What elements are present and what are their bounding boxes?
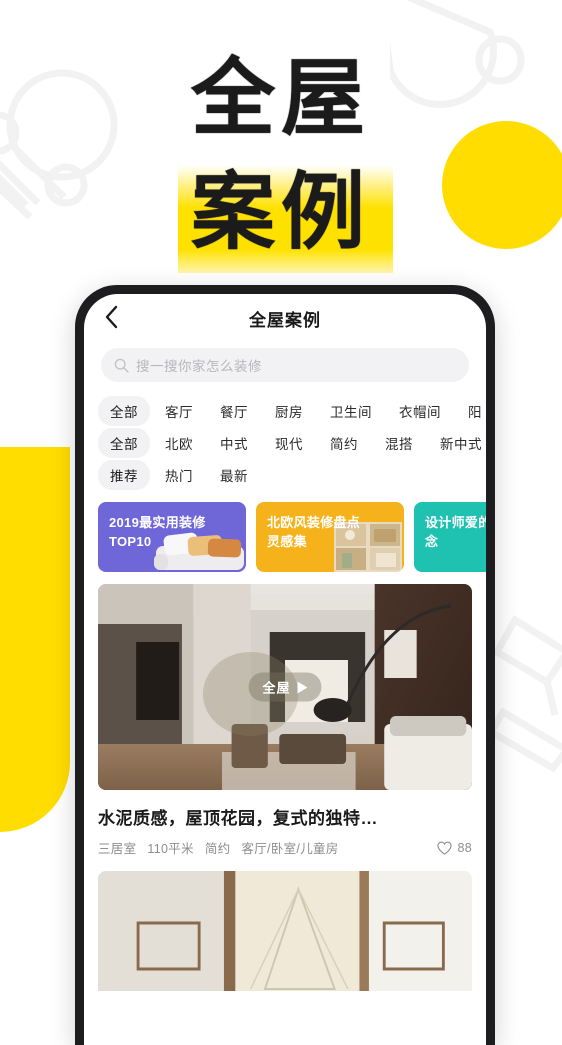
chip-style-4[interactable]: 简约	[318, 428, 370, 458]
chip-style-5[interactable]: 混搭	[373, 428, 425, 458]
like-count: 88	[457, 840, 472, 855]
chip-space-1[interactable]: 客厅	[153, 396, 205, 426]
banner-title-0: 2019最实用装修TOP10	[109, 515, 206, 549]
chip-style-2[interactable]: 中式	[208, 428, 260, 458]
like-control[interactable]: 88	[437, 841, 472, 855]
next-case-photo[interactable]	[98, 871, 472, 991]
phone-screen: 全屋案例 搜一搜你家怎么装修 全部 客厅 餐厅 厨房 卫生间 衣帽间 阳 全部 …	[84, 294, 486, 1045]
banner-card-2[interactable]: 设计师爱的小概念	[414, 502, 486, 572]
chip-sort-1[interactable]: 热门	[153, 460, 205, 490]
search-icon	[114, 358, 129, 373]
chip-space-0[interactable]: 全部	[98, 396, 150, 426]
meta-spaces: 客厅/卧室/儿童房	[241, 842, 339, 856]
app-navbar: 全屋案例	[84, 294, 486, 342]
heart-icon	[437, 841, 453, 855]
banner-card-0[interactable]: 2019最实用装修TOP10	[98, 502, 246, 572]
sort-filter-row: 推荐 热门 最新	[98, 459, 486, 491]
space-filter-row: 全部 客厅 餐厅 厨房 卫生间 衣帽间 阳	[98, 395, 486, 427]
hero-title: 全屋 案例	[0, 34, 562, 273]
search-section: 搜一搜你家怎么装修	[84, 342, 486, 382]
video-play-badge[interactable]: 全屋	[248, 672, 322, 702]
yellow-blob-decoration	[0, 447, 70, 832]
search-input[interactable]: 搜一搜你家怎么装修	[101, 348, 469, 382]
chip-style-3[interactable]: 现代	[263, 428, 315, 458]
chip-sort-2[interactable]: 最新	[208, 460, 260, 490]
case-card[interactable]: 全屋 水泥质感，屋顶花园，复式的独特… 三居室 110平米 简约 客厅/卧室/儿…	[84, 572, 486, 991]
meta-rooms: 三居室	[98, 842, 137, 856]
chip-space-4[interactable]: 卫生间	[318, 396, 384, 426]
case-photo[interactable]: 全屋	[98, 584, 472, 790]
chip-style-0[interactable]: 全部	[98, 428, 150, 458]
chip-sort-0[interactable]: 推荐	[98, 460, 150, 490]
chip-style-6[interactable]: 新中式	[428, 428, 486, 458]
banner-title-2: 设计师爱的小概念	[425, 515, 486, 549]
next-room-photo	[98, 871, 472, 991]
chip-space-5[interactable]: 衣帽间	[387, 396, 453, 426]
chip-style-1[interactable]: 北欧	[153, 428, 205, 458]
banner-carousel[interactable]: 2019最实用装修TOP10 北欧风装修盘点灵感集 设计师爱的 念	[84, 491, 486, 572]
style-filter-row: 全部 北欧 中式 现代 简约 混搭 新中式	[98, 427, 486, 459]
case-title[interactable]: 水泥质感，屋顶花园，复式的独特…	[98, 804, 472, 829]
chip-space-3[interactable]: 厨房	[263, 396, 315, 426]
meta-area: 110平米	[147, 842, 194, 856]
case-meta: 三居室 110平米 简约 客厅/卧室/儿童房 88	[98, 838, 472, 857]
chip-space-6[interactable]: 阳	[456, 396, 486, 426]
filter-chip-rows: 全部 客厅 餐厅 厨房 卫生间 衣帽间 阳 全部 北欧 中式 现代 简约 混搭 …	[84, 382, 486, 491]
lamp-watermark-icon	[495, 615, 562, 773]
banner-title-1: 北欧风装修盘点灵感集	[267, 515, 361, 549]
hero-title-line-1: 全屋	[190, 49, 371, 147]
chevron-left-icon[interactable]	[98, 304, 124, 330]
chip-space-2[interactable]: 餐厅	[208, 396, 260, 426]
page-title: 全屋案例	[249, 310, 321, 330]
play-icon	[297, 681, 308, 693]
phone-mockup: 全屋案例 搜一搜你家怎么装修 全部 客厅 餐厅 厨房 卫生间 衣帽间 阳 全部 …	[75, 285, 495, 1045]
meta-style: 简约	[204, 842, 231, 856]
search-placeholder: 搜一搜你家怎么装修	[136, 359, 262, 374]
hero-title-line-2: 案例	[190, 163, 371, 261]
banner-card-1[interactable]: 北欧风装修盘点灵感集	[256, 502, 404, 572]
play-badge-label: 全屋	[262, 680, 291, 696]
